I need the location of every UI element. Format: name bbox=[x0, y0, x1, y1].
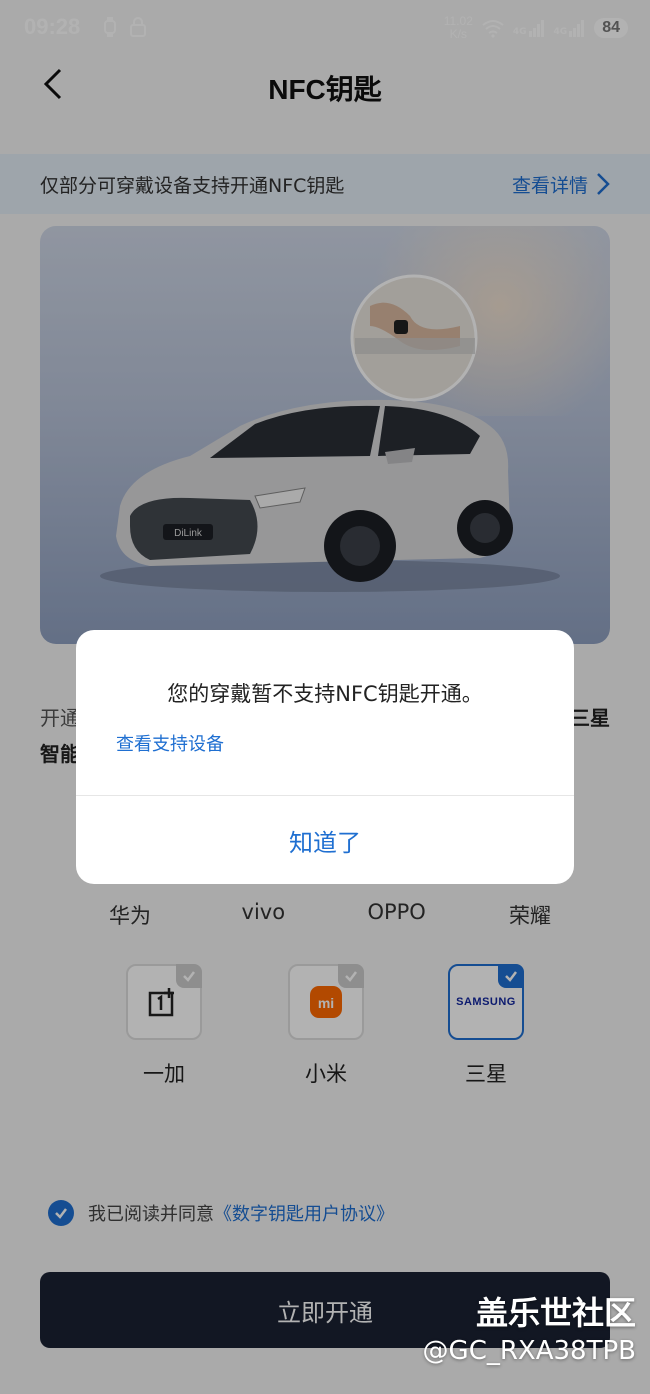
view-supported-devices-link[interactable]: 查看支持设备 bbox=[116, 730, 224, 756]
dialog-message: 您的穿戴暂不支持NFC钥匙开通。 bbox=[167, 682, 483, 706]
unsupported-device-dialog: 您的穿戴暂不支持NFC钥匙开通。 查看支持设备 知道了 bbox=[76, 630, 574, 884]
dialog-ok-button[interactable]: 知道了 bbox=[76, 796, 574, 884]
watermark-handle: @GC_RXA38TPB bbox=[422, 1336, 636, 1366]
watermark-title: 盖乐世社区 bbox=[475, 1294, 636, 1332]
